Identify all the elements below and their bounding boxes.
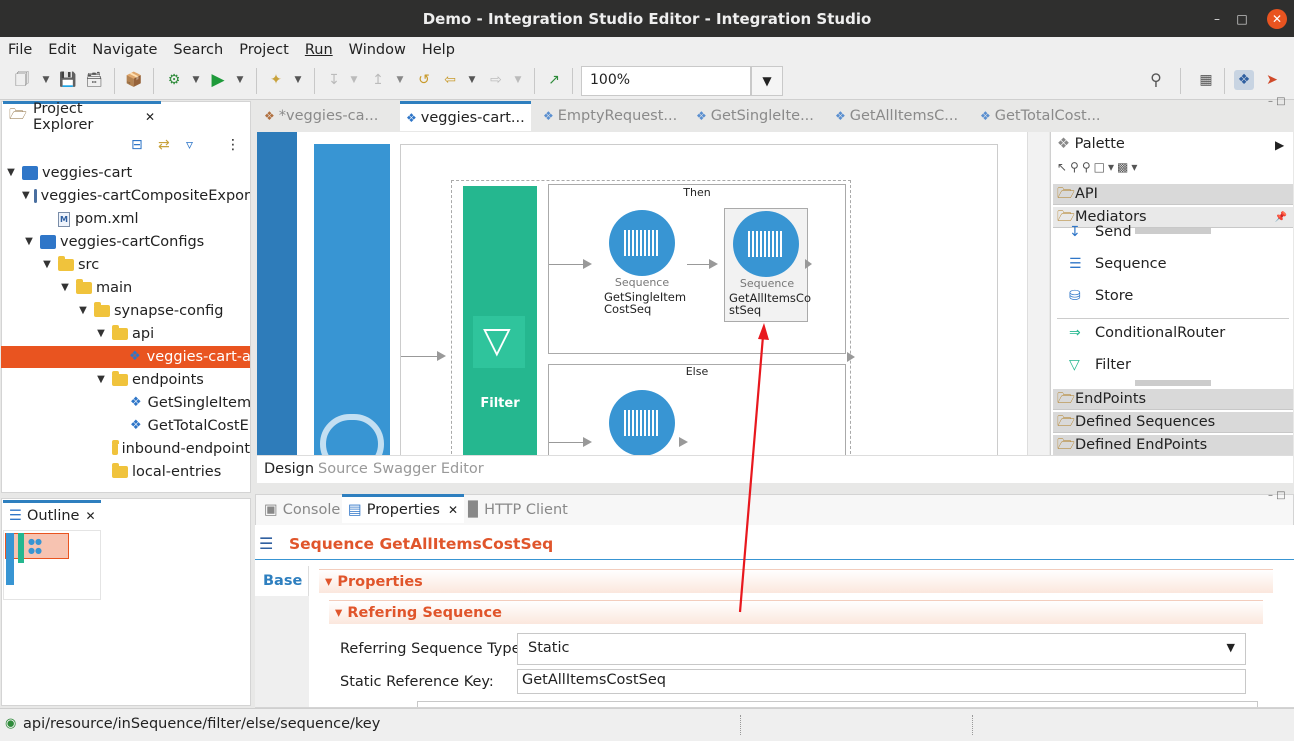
status-divider bbox=[740, 715, 741, 735]
annotation-arrow bbox=[738, 323, 769, 613]
status-path: api/resource/inSequence/filter/else/sequ… bbox=[23, 716, 381, 732]
status-divider bbox=[972, 715, 973, 735]
status-bar: ◉ api/resource/inSequence/filter/else/se… bbox=[0, 708, 1294, 741]
status-icon: ◉ bbox=[5, 716, 17, 731]
